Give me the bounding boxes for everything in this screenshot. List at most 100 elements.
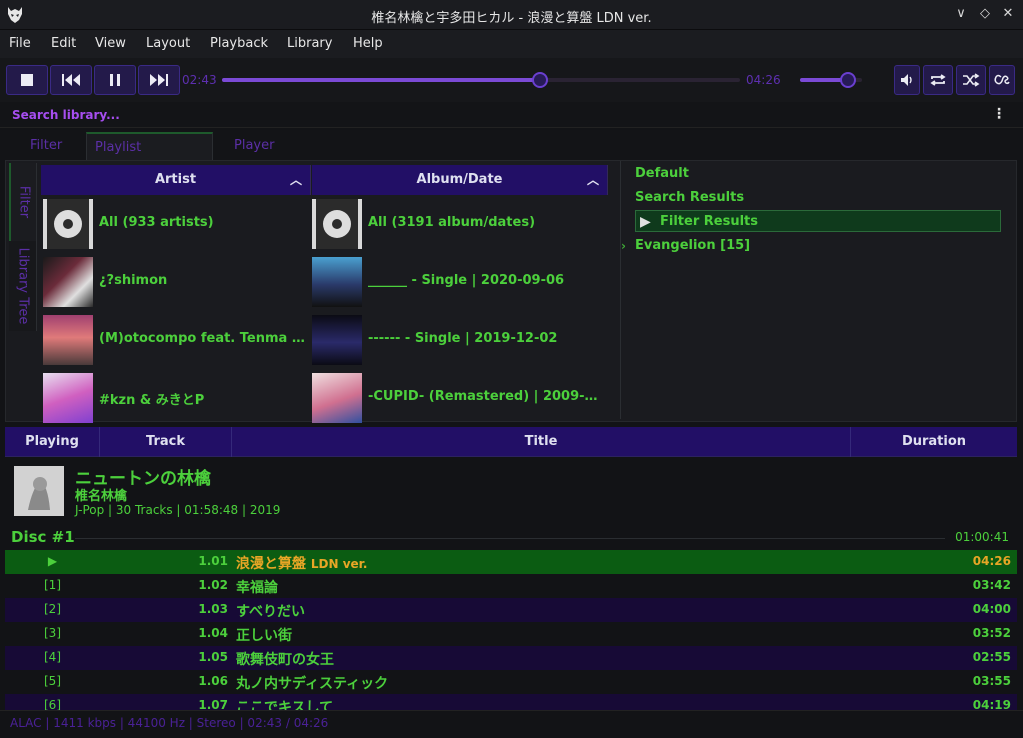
minimize-button[interactable]: ∨ [953,6,969,22]
track-number: 1.05 [198,650,228,664]
disc-duration: 01:00:41 [955,530,1009,544]
track-title: 正しい街 [236,628,292,644]
artist-item-label: (M)otocompo feat. Tenma Mat... [99,331,309,346]
menu-edit[interactable]: Edit [51,36,76,51]
window-title: 椎名林檎と宇多田ヒカル - 浪漫と算盤 LDN ver. [371,11,652,26]
side-tab-filter[interactable]: Filter [9,163,37,241]
track-duration: 04:00 [972,602,1011,616]
track-number: 1.06 [198,674,228,688]
chevron-right-icon[interactable]: › [621,235,626,257]
speaker-icon [901,74,912,86]
artist-column-header[interactable]: Artist ︿ [41,165,311,195]
repeat-button[interactable] [923,65,953,95]
menu-file[interactable]: File [9,36,31,51]
track-title: ここでキスして [236,700,334,710]
menu-help[interactable]: Help [353,36,383,51]
seek-handle[interactable] [531,72,548,88]
playlist-evangelion[interactable]: › Evangelion [15] [621,235,750,257]
shuffle-button[interactable] [956,65,986,95]
artist-item-label: All (933 artists) [99,215,214,230]
artist-item[interactable]: #kzn & みきとP [43,371,311,427]
playlist-header: Playing Track Title Duration [5,427,1017,457]
menu-library[interactable]: Library [287,36,332,51]
lastfm-icon [994,74,1010,85]
artist-artwork [43,373,93,423]
status-bar: ALAC | 1411 kbps | 44100 Hz | Stereo | 0… [0,710,1023,738]
album-item-label: All (3191 album/dates) [368,215,536,230]
track-row[interactable]: [5] 1.06 丸ノ内サディスティック 03:55 [5,670,1017,694]
maximize-button[interactable]: ◇ [977,6,993,22]
sort-ascending-icon[interactable]: ︿ [290,165,302,195]
artist-item-label: ¿?shimon [99,273,168,288]
title-bar: 椎名林檎と宇多田ヒカル - 浪漫と算盤 LDN ver. ∨ ◇ ✕ [0,0,1023,30]
album-artwork [312,373,362,423]
more-options-icon[interactable]: ⋮ [992,106,1006,122]
elapsed-time: 02:43 [182,73,217,87]
menu-view[interactable]: View [95,36,126,51]
stop-icon [21,74,33,86]
lastfm-button[interactable] [989,65,1015,95]
album-artwork [312,315,362,365]
track-row[interactable]: [2] 1.03 すべりだい 04:00 [5,598,1017,622]
column-playing[interactable]: Playing [5,427,100,457]
column-track[interactable]: Track [100,427,232,457]
album-meta: J-Pop | 30 Tracks | 01:58:48 | 2019 [75,503,281,517]
playlist-default[interactable]: Default [635,163,689,185]
play-icon: ▶ [640,214,651,230]
album-item[interactable]: ------ - Single | 2019-12-02 [312,313,608,369]
seek-bar-fill [222,78,540,82]
tab-playlist-organizer[interactable]: Playlist Organizer [86,132,213,183]
menu-playback[interactable]: Playback [210,36,268,51]
next-icon [150,74,168,86]
menu-layout[interactable]: Layout [146,36,190,51]
previous-button[interactable] [50,65,92,95]
album-item[interactable]: All (3191 album/dates) [312,197,608,253]
track-row[interactable]: [6] 1.07 ここでキスして 04:19 [5,694,1017,710]
album-item[interactable]: ______ - Single | 2020-09-06 [312,255,608,311]
library-search-input[interactable] [8,105,978,125]
status-text: ALAC | 1411 kbps | 44100 Hz | Stereo | 0… [10,716,329,730]
artist-artwork [43,257,93,307]
artist-item[interactable]: All (933 artists) [43,197,311,253]
track-duration: 04:19 [972,698,1011,710]
column-duration[interactable]: Duration [851,427,1017,457]
pause-button[interactable] [94,65,136,95]
artist-item[interactable]: ¿?shimon [43,255,311,311]
album-item[interactable]: -CUPID- (Remastered) | 2009-01-21 [312,371,608,427]
artist-item[interactable]: (M)otocompo feat. Tenma Mat... [43,313,311,369]
track-row[interactable]: [1] 1.02 幸福論 03:42 [5,574,1017,598]
seek-bar[interactable] [222,78,740,82]
stop-button[interactable] [6,65,48,95]
side-tab-library-tree[interactable]: Library Tree [9,241,37,331]
album-item-label: -CUPID- (Remastered) | 2009-01-21 [368,389,604,404]
track-number: 1.03 [198,602,228,616]
pause-icon [110,74,120,86]
track-row[interactable]: ▶ 1.01 浪漫と算盤 LDN ver. 04:26 [5,550,1017,574]
playlist-search-results[interactable]: Search Results [635,187,744,209]
sort-ascending-icon[interactable]: ︿ [587,165,599,195]
artist-header-label: Artist [154,172,197,187]
volume-handle[interactable] [840,72,857,88]
album-item-label: ______ - Single | 2020-09-06 [368,273,565,288]
track-title-main: 浪漫と算盤 [236,556,306,572]
album-artwork [312,257,362,307]
shuffle-icon [963,73,980,87]
track-duration: 02:55 [972,650,1011,664]
close-button[interactable]: ✕ [1000,6,1016,22]
tab-player[interactable]: Player [226,132,282,160]
mute-button[interactable] [894,65,920,95]
previous-icon [62,74,80,86]
track-row[interactable]: [3] 1.04 正しい街 03:52 [5,622,1017,646]
column-title[interactable]: Title [232,427,851,457]
album-header: ニュートンの林檎 椎名林檎 J-Pop | 30 Tracks | 01:58:… [5,458,1017,524]
track-row[interactable]: [4] 1.05 歌舞伎町の女王 02:55 [5,646,1017,670]
track-title: 丸ノ内サディスティック [236,676,389,692]
menu-bar: File Edit View Layout Playback Library H… [0,30,1023,58]
queue-position: [6] [44,698,61,710]
track-title: 浪漫と算盤 LDN ver. [236,553,367,573]
player-toolbar: 02:43 04:26 [0,58,1023,102]
next-button[interactable] [138,65,180,95]
playlist-filter-results[interactable]: ▶ Filter Results [635,210,1001,232]
album-column-header[interactable]: Album/Date ︿ [312,165,608,195]
tab-filter[interactable]: Filter [22,132,70,160]
